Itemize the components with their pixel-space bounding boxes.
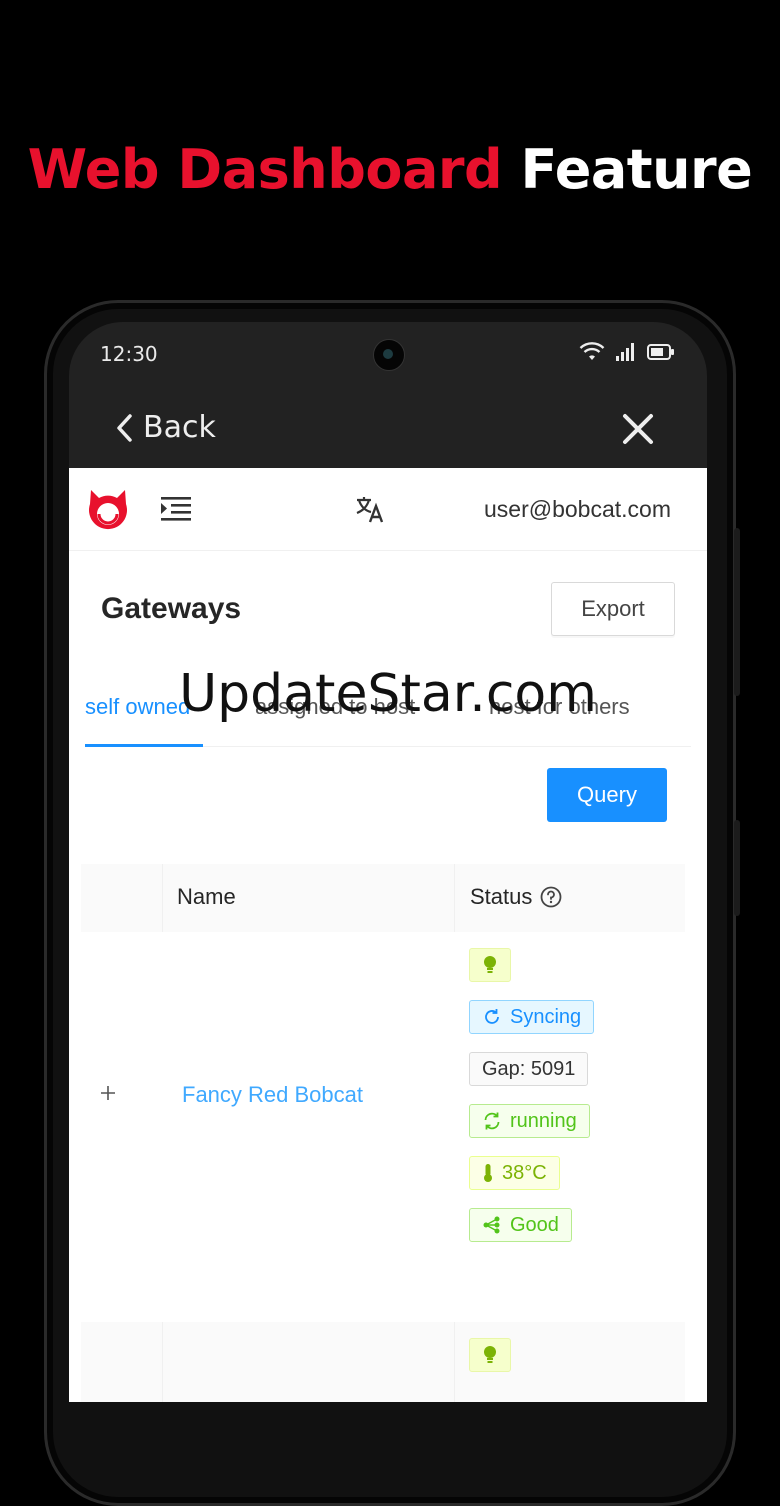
sync-label: Syncing (510, 1005, 582, 1028)
web-dashboard: user@bobcat.com Gateways Export self own… (69, 468, 707, 1402)
status-bar: 12:30 (69, 322, 707, 386)
status-tag-online (469, 1338, 511, 1372)
bulb-icon (484, 1346, 496, 1363)
user-email[interactable]: user@bobcat.com (484, 496, 671, 523)
running-label: running (510, 1109, 577, 1132)
phone-screen: 12:30 Back user@bobcat.com Gateways Expo… (69, 322, 707, 1402)
phone-side-button (734, 820, 740, 916)
column-divider (454, 1322, 455, 1402)
status-tag-running: running (469, 1104, 590, 1138)
gateway-name-link[interactable]: Fancy Red Bobcat (182, 1082, 363, 1108)
table-row[interactable] (81, 1322, 685, 1402)
dashboard-header: user@bobcat.com (69, 468, 707, 551)
wifi-icon (579, 342, 605, 360)
network-label: Good (510, 1213, 559, 1236)
front-camera (373, 339, 405, 371)
status-icons (579, 342, 675, 362)
webview-app-bar: Back (69, 386, 707, 468)
temperature-label: 38°C (502, 1161, 547, 1184)
menu-fold-icon[interactable] (159, 494, 193, 524)
table-header: Name Status (81, 864, 685, 933)
back-button[interactable]: Back (115, 410, 216, 445)
reload-icon (484, 1112, 500, 1130)
gateways-table: Name Status Fancy Red Bobcat Syncing Gap… (81, 864, 685, 1402)
query-button[interactable]: Query (547, 768, 667, 822)
network-nodes-icon (483, 1216, 500, 1234)
phone-side-button (734, 528, 740, 696)
export-button[interactable]: Export (551, 582, 675, 636)
status-tag-online (469, 948, 511, 982)
page-title: Gateways (101, 592, 242, 625)
headline-rest: Feature (520, 138, 753, 201)
column-divider (162, 1322, 163, 1402)
column-header-status[interactable]: Status (470, 884, 562, 910)
promo-headline: Web Dashboard Feature (0, 138, 780, 201)
table-row-spacer (81, 1256, 685, 1323)
watermark-text: UpdateStar.com (179, 664, 597, 724)
signal-icon (616, 343, 634, 361)
translate-icon[interactable] (355, 494, 385, 524)
chevron-left-icon (117, 413, 132, 442)
back-label: Back (143, 410, 216, 445)
question-circle-icon[interactable] (540, 886, 562, 908)
column-header-name[interactable]: Name (177, 884, 236, 910)
status-tag-sync: Syncing (469, 1000, 595, 1034)
battery-icon (647, 344, 674, 360)
bulb-icon (484, 956, 496, 973)
sync-icon (485, 1009, 499, 1024)
headline-highlight: Web Dashboard (27, 138, 503, 201)
active-tab-indicator (85, 744, 203, 747)
thermometer-icon (484, 1164, 492, 1182)
expand-row-icon[interactable] (97, 1082, 119, 1104)
close-icon[interactable] (621, 412, 655, 446)
status-tag-temperature: 38°C (469, 1156, 560, 1190)
status-column-label: Status (470, 884, 533, 909)
status-tag-gap: Gap: 5091 (469, 1052, 589, 1086)
table-row[interactable]: Fancy Red Bobcat Syncing Gap: 5091 runni… (81, 932, 685, 1257)
status-tag-network: Good (469, 1208, 572, 1242)
status-time: 12:30 (100, 342, 158, 366)
bobcat-logo[interactable] (85, 486, 131, 532)
